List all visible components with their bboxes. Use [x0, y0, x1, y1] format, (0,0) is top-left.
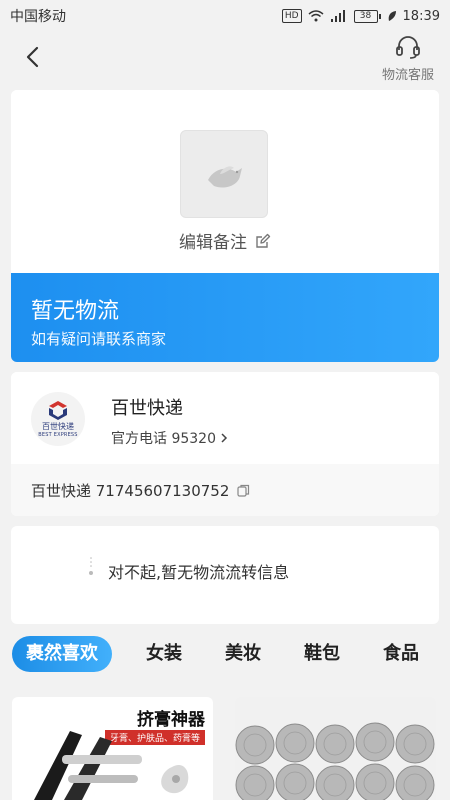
edit-note-button[interactable]: 编辑备注: [11, 228, 439, 253]
battery-level: 38: [353, 9, 378, 23]
copy-icon: [237, 484, 250, 497]
tab-shoes-bags[interactable]: 鞋包: [304, 636, 340, 672]
product-card[interactable]: 挤膏神器 牙膏、护肤品、药膏等: [12, 697, 213, 800]
carrier-name: 中国移动: [10, 9, 66, 25]
status-icons: HD 38 18:39: [281, 8, 440, 24]
hd-icon: HD: [281, 9, 302, 23]
status-bar: 中国移动 HD 38 18:39: [0, 0, 450, 32]
service-label: 物流客服: [381, 68, 434, 83]
courier-logo: 百世快递 BEST EXPRESS: [31, 392, 85, 446]
category-tabs: 裹然喜欢 女装 美妆 鞋包 食品: [0, 636, 450, 682]
courier-name: 百世快递: [111, 398, 183, 419]
clock-time: 18:39: [402, 8, 440, 24]
copy-tracking-button[interactable]: [237, 484, 250, 497]
courier-info: 百世快递 BEST EXPRESS 百世快递 官方电话 95320: [11, 372, 439, 464]
empty-tracking-message: 对不起,暂无物流流转信息: [108, 563, 290, 582]
battery-icon: 38: [353, 9, 381, 23]
signal-icon: [330, 10, 345, 22]
edit-note-label: 编辑备注: [179, 233, 247, 253]
chevron-left-icon: [26, 46, 39, 68]
courier-card: 百世快递 BEST EXPRESS 百世快递 官方电话 95320 百世快递 7…: [11, 372, 439, 516]
tab-beauty[interactable]: 美妆: [225, 636, 261, 672]
edit-icon: [256, 233, 271, 248]
logo-text-cn: 百世快递: [42, 422, 74, 431]
top-navigation: 物流客服: [0, 32, 450, 86]
status-subtitle: 如有疑问请联系商家: [31, 330, 167, 348]
logo-text-en: BEST EXPRESS: [38, 432, 78, 438]
best-express-logo-icon: [49, 401, 67, 420]
order-note-card: 编辑备注 暂无物流 如有疑问请联系商家: [11, 90, 439, 362]
phone-label: 官方电话 95320: [111, 431, 216, 447]
steel-wool-image: [235, 722, 435, 800]
logistics-service-button[interactable]: 物流客服: [382, 34, 434, 83]
wifi-icon: [308, 10, 324, 22]
bird-placeholder-icon: [208, 166, 242, 188]
tracking-row: 百世快递 71745607130752: [11, 464, 439, 516]
product-thumbnail: [180, 130, 268, 218]
tab-recommended[interactable]: 裹然喜欢: [12, 636, 112, 672]
headset-icon: [396, 36, 420, 59]
timeline-dot-icon: [89, 557, 93, 575]
chevron-right-icon: [221, 433, 228, 443]
status-title: 暂无物流: [31, 299, 120, 324]
note-section: 编辑备注: [11, 90, 439, 273]
toothpaste-squeezer-image: [34, 731, 189, 800]
tracking-timeline-card: 对不起,暂无物流流转信息: [11, 526, 439, 624]
back-button[interactable]: [18, 42, 48, 72]
logistics-status-banner: 暂无物流 如有疑问请联系商家: [11, 273, 439, 362]
leaf-icon: [388, 11, 396, 21]
tracking-number: 百世快递 71745607130752: [31, 481, 230, 500]
tab-women-clothing[interactable]: 女装: [146, 636, 182, 672]
official-phone-link[interactable]: 官方电话 95320: [111, 428, 230, 448]
tab-food[interactable]: 食品: [383, 636, 419, 672]
product-card[interactable]: [235, 697, 436, 800]
